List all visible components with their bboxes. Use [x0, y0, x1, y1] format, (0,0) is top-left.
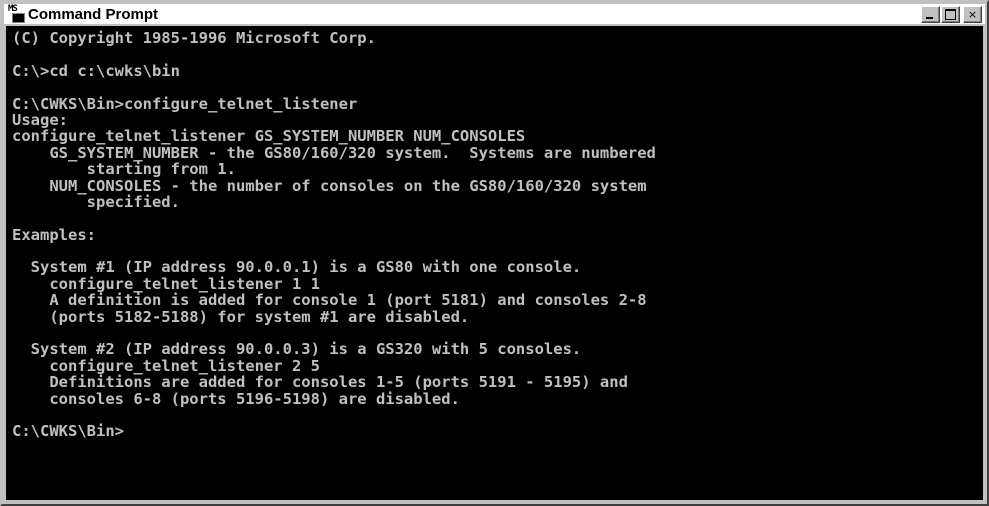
minimize-button[interactable]: [921, 5, 940, 23]
maximize-button[interactable]: [941, 5, 960, 23]
console-line: A definition is added for console 1 (por…: [12, 291, 647, 310]
console-line: (ports 5182-5188) for system #1 are disa…: [12, 307, 470, 326]
console-line: C:\>cd c:\cwks\bin: [12, 61, 180, 80]
console-line: C:\CWKS\Bin>: [12, 422, 124, 441]
console-line: System #2 (IP address 90.0.0.3) is a GS3…: [12, 340, 582, 359]
command-prompt-window: MS Command Prompt × (C) Copyright 1985-1…: [0, 0, 989, 506]
console-line: starting from 1.: [12, 160, 236, 179]
window-controls: ×: [920, 5, 982, 23]
console-line: configure_telnet_listener 2 5: [12, 356, 320, 375]
console-line: (C) Copyright 1985-1996 Microsoft Corp.: [12, 29, 376, 47]
console-line: configure_telnet_listener 1 1: [12, 274, 320, 293]
console-line: specified.: [12, 192, 180, 211]
console-line: Examples:: [12, 225, 96, 244]
console-line: C:\CWKS\Bin>configure_telnet_listener: [12, 94, 358, 113]
title-bar[interactable]: MS Command Prompt ×: [4, 4, 985, 24]
console-line: consoles 6-8 (ports 5196-5198) are disab…: [12, 389, 460, 408]
console-line: NUM_CONSOLES - the number of consoles on…: [12, 176, 647, 195]
close-button[interactable]: ×: [963, 5, 982, 23]
minimize-icon: [926, 16, 933, 19]
ms-dos-prompt-icon[interactable]: MS: [8, 4, 25, 23]
console-line: Definitions are added for consoles 1-5 (…: [12, 373, 628, 392]
console-line: System #1 (IP address 90.0.0.1) is a GS8…: [12, 258, 582, 277]
console-line: Usage:: [12, 110, 68, 129]
maximize-icon: [945, 8, 956, 20]
window-title: Command Prompt: [28, 5, 159, 23]
console-line: configure_telnet_listener GS_SYSTEM_NUMB…: [12, 127, 526, 146]
console-line: GS_SYSTEM_NUMBER - the GS80/160/320 syst…: [12, 143, 656, 162]
close-icon: ×: [967, 7, 978, 21]
console-output[interactable]: (C) Copyright 1985-1996 Microsoft Corp. C…: [6, 26, 983, 500]
